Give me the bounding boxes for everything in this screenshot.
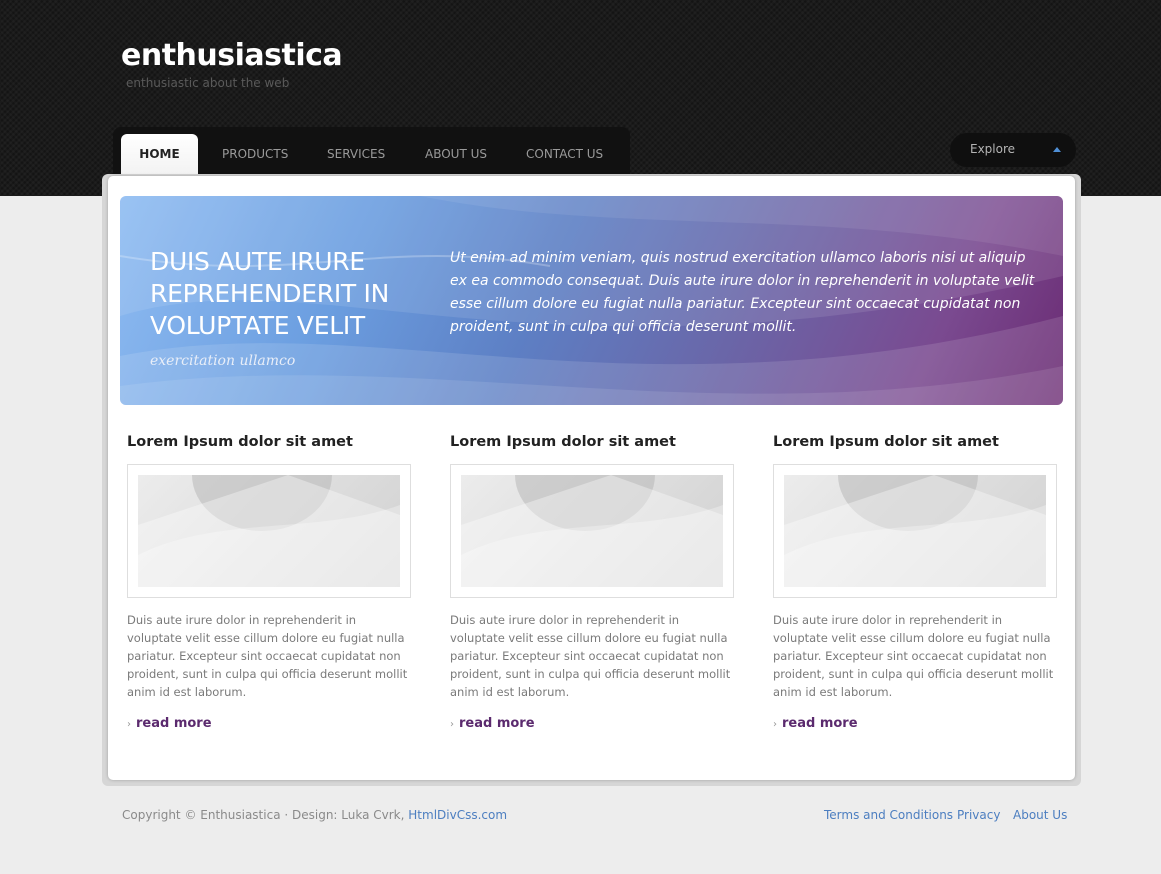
feature-column-3: Lorem Ipsum dolor sit amet Duis aute iru… (773, 434, 1057, 731)
nav-item-contact-us[interactable]: CONTACT US (526, 134, 603, 176)
column-title: Lorem Ipsum dolor sit amet (773, 434, 999, 450)
feature-column-2: Lorem Ipsum dolor sit amet Duis aute iru… (450, 434, 734, 731)
footer-link-about-wrap: About Us (1013, 808, 1067, 822)
footer-link-privacy[interactable]: Privacy (957, 808, 1000, 822)
bullet-icon: › (773, 719, 777, 730)
hero-subtitle: exercitation ullamco (150, 353, 296, 369)
copyright-text: Copyright © Enthusiastica · Design: Luka… (122, 808, 405, 822)
site-logo[interactable]: enthusiastica (121, 38, 343, 73)
footer-link-terms[interactable]: Terms and Conditions (824, 808, 953, 822)
column-text: Duis aute irure dolor in reprehenderit i… (127, 613, 408, 699)
footer-link-terms-wrap: Terms and Conditions (824, 808, 953, 822)
column-image-frame (450, 464, 734, 598)
read-more-link[interactable]: › read more (127, 716, 212, 731)
designer-link[interactable]: HtmlDivCss.com (408, 808, 507, 822)
nav-item-home[interactable]: HOME (121, 134, 198, 176)
column-text: Duis aute irure dolor in reprehenderit i… (773, 613, 1054, 699)
bullet-icon: › (127, 719, 131, 730)
explore-dropdown[interactable]: Explore (950, 133, 1076, 167)
hero-banner: DUIS AUTE IRURE REPREHENDERIT IN VOLUPTA… (120, 196, 1063, 405)
read-more-label: read more (459, 716, 535, 731)
content-card: DUIS AUTE IRURE REPREHENDERIT IN VOLUPTA… (108, 176, 1075, 780)
footer-link-about-us[interactable]: About Us (1013, 808, 1067, 822)
hero-text: Ut enim ad minim veniam, quis nostrud ex… (450, 250, 1035, 335)
bullet-icon: › (450, 719, 454, 730)
read-more-link[interactable]: › read more (773, 716, 858, 731)
footer-copyright: Copyright © Enthusiastica · Design: Luka… (122, 808, 507, 822)
footer-link-privacy-wrap: Privacy (957, 808, 1000, 822)
nav-item-products[interactable]: PRODUCTS (222, 134, 288, 176)
explore-label: Explore (970, 142, 1016, 156)
column-image[interactable] (461, 475, 723, 587)
column-title: Lorem Ipsum dolor sit amet (127, 434, 353, 450)
feature-column-1: Lorem Ipsum dolor sit amet Duis aute iru… (127, 434, 411, 731)
caret-up-icon (1053, 147, 1061, 152)
column-image-frame (773, 464, 1057, 598)
column-text: Duis aute irure dolor in reprehenderit i… (450, 613, 731, 699)
main-nav: HOME PRODUCTS SERVICES ABOUT US CONTACT … (113, 127, 630, 176)
column-image[interactable] (784, 475, 1046, 587)
column-title: Lorem Ipsum dolor sit amet (450, 434, 676, 450)
read-more-link[interactable]: › read more (450, 716, 535, 731)
nav-item-services[interactable]: SERVICES (327, 134, 385, 176)
site-tagline: enthusiastic about the web (126, 76, 290, 90)
column-image[interactable] (138, 475, 400, 587)
read-more-label: read more (782, 716, 858, 731)
nav-item-about-us[interactable]: ABOUT US (425, 134, 487, 176)
read-more-label: read more (136, 716, 212, 731)
column-image-frame (127, 464, 411, 598)
hero-title: DUIS AUTE IRURE REPREHENDERIT IN VOLUPTA… (150, 247, 389, 340)
